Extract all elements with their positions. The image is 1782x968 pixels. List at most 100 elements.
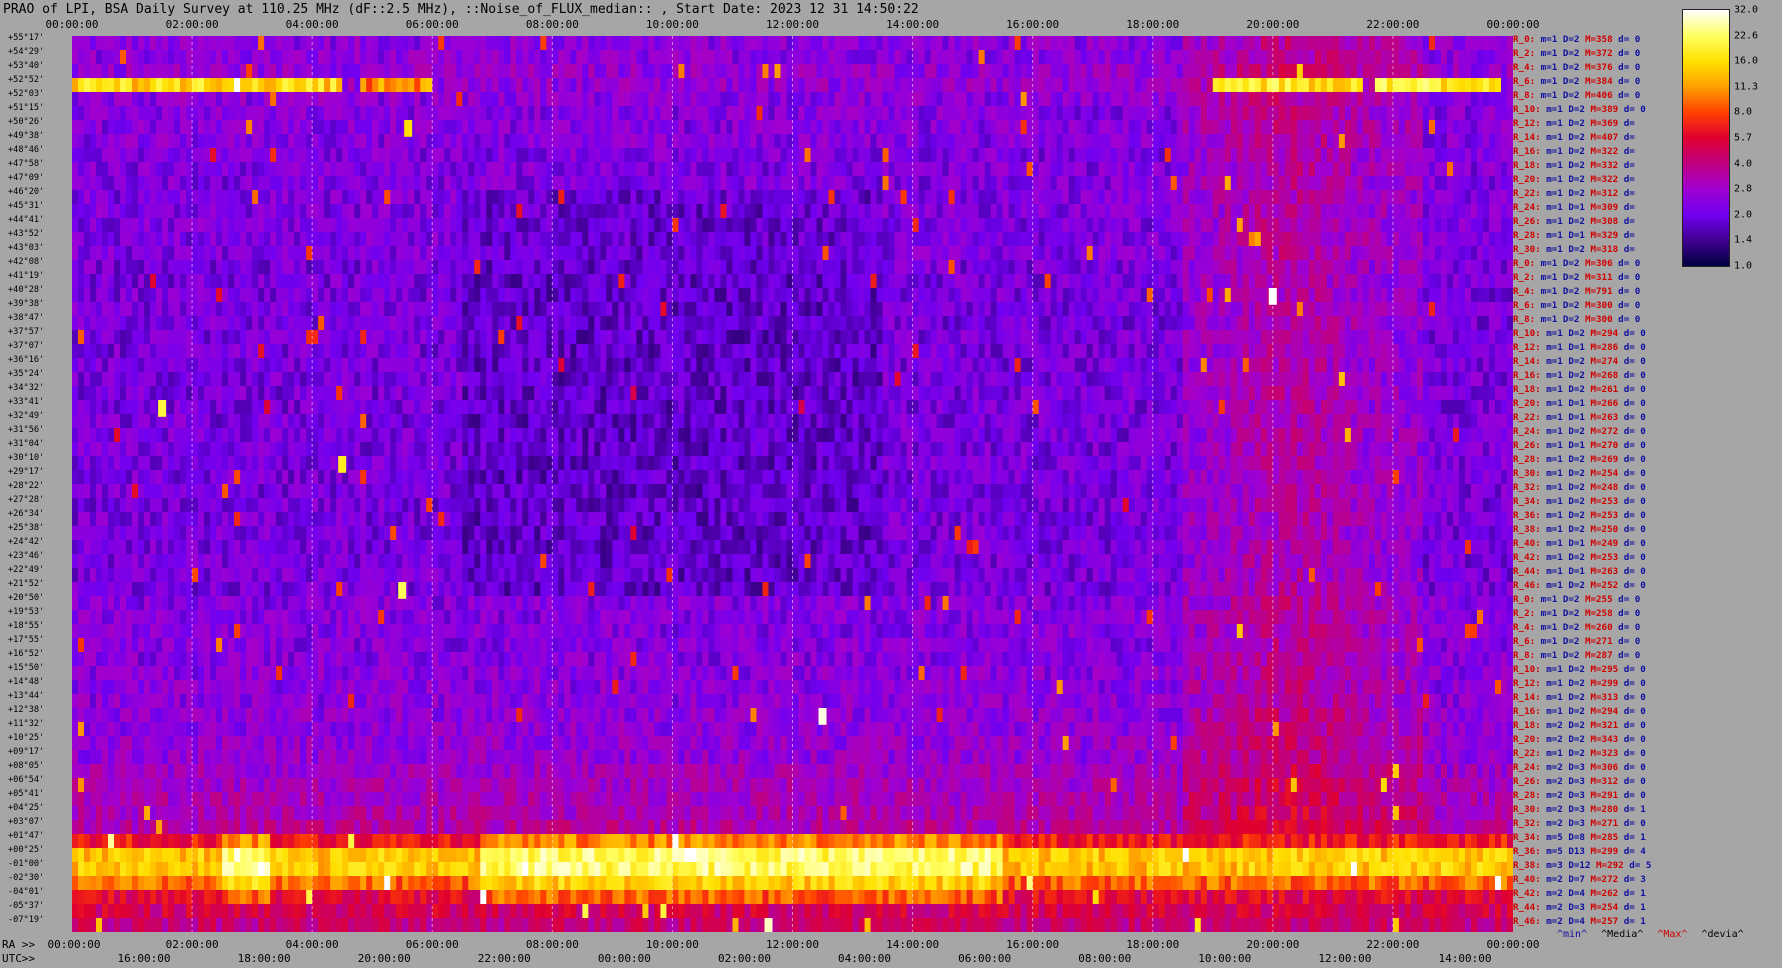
heatmap-cell — [1152, 260, 1160, 275]
heatmap-cell — [636, 288, 643, 303]
heatmap-cell — [264, 218, 271, 233]
heatmap-cell — [294, 106, 301, 121]
heatmap-cell — [102, 190, 109, 205]
heatmap-cell — [1002, 148, 1010, 163]
heatmap-cell — [240, 190, 247, 205]
heatmap-cell — [540, 176, 547, 191]
heatmap-cell — [1254, 274, 1262, 289]
heatmap-cell — [138, 246, 145, 261]
heatmap-cell — [1308, 232, 1316, 247]
heatmap-cell — [468, 302, 475, 317]
heatmap-cell — [408, 204, 415, 219]
heatmap-cell — [234, 120, 241, 135]
heatmap-cell — [1194, 218, 1202, 233]
heatmap-cell — [1458, 302, 1466, 317]
heatmap-cell — [936, 162, 944, 177]
heatmap-cell — [1194, 36, 1202, 51]
heatmap-cell — [930, 260, 938, 275]
heatmap-cell — [480, 148, 487, 163]
heatmap-cell — [1182, 64, 1190, 79]
heatmap-cell — [990, 78, 998, 93]
heatmap-cell — [576, 204, 583, 219]
heatmap-cell — [252, 134, 259, 149]
heatmap-cell — [222, 190, 229, 205]
heatmap-cell — [984, 260, 992, 275]
heatmap-cell — [1290, 288, 1298, 303]
heatmap-cell — [1494, 106, 1502, 121]
heatmap-cell — [384, 232, 391, 247]
heatmap-cell — [318, 190, 325, 205]
heatmap-cell — [162, 316, 169, 331]
heatmap-cell — [1290, 232, 1298, 247]
heatmap-cell — [780, 274, 788, 289]
heatmap-cell — [1374, 92, 1382, 107]
heatmap-cell — [978, 106, 986, 121]
heatmap-cell — [990, 92, 998, 107]
heatmap-cell — [480, 36, 487, 51]
heatmap-cell — [1206, 120, 1214, 135]
heatmap-cell — [474, 148, 481, 163]
heatmap-cell — [1080, 78, 1088, 93]
heatmap-cell — [72, 218, 79, 233]
heatmap-cell — [210, 302, 217, 317]
heatmap-cell — [120, 120, 127, 135]
heatmap-cell — [96, 232, 103, 247]
heatmap-cell — [1272, 120, 1280, 135]
heatmap-cell — [1062, 50, 1070, 65]
heatmap-cell — [114, 134, 121, 149]
heatmap-cell — [1260, 36, 1268, 51]
heatmap-cell — [456, 64, 463, 79]
heatmap-cell — [1392, 204, 1400, 219]
heatmap-cell — [138, 274, 145, 289]
heatmap-cell — [870, 134, 878, 149]
declination-label: +37°07' — [2, 342, 44, 351]
heatmap-cell — [720, 190, 728, 205]
heatmap-cell — [498, 190, 505, 205]
heatmap-cell — [228, 260, 235, 275]
heatmap-cell — [132, 288, 139, 303]
heatmap-cell — [120, 106, 127, 121]
heatmap-cell — [576, 64, 583, 79]
heatmap-cell — [1014, 274, 1022, 289]
heatmap-cell — [600, 106, 607, 121]
heatmap-cell — [780, 302, 788, 317]
heatmap-cell — [966, 106, 974, 121]
heatmap-cell — [468, 218, 475, 233]
declination-label: +08°05' — [2, 762, 44, 771]
heatmap-cell — [966, 218, 974, 233]
heatmap-cell — [1224, 176, 1232, 191]
heatmap-cell — [816, 204, 824, 219]
heatmap-cell — [1098, 78, 1106, 93]
heatmap-cell — [648, 260, 655, 275]
declination-value: +23°46' — [8, 551, 45, 561]
heatmap-cell — [1122, 120, 1130, 135]
declination-value: +04°25' — [8, 803, 45, 813]
heatmap-cell — [960, 36, 968, 51]
heatmap-cell — [1404, 274, 1412, 289]
heatmap-cell — [1056, 106, 1064, 121]
heatmap-cell — [510, 64, 517, 79]
heatmap-cell — [642, 302, 649, 317]
heatmap-cell — [1446, 134, 1454, 149]
heatmap-cell — [762, 134, 770, 149]
heatmap-cell — [1416, 78, 1424, 93]
heatmap-cell — [1326, 134, 1334, 149]
heatmap-cell — [1248, 176, 1256, 191]
heatmap-cell — [900, 274, 908, 289]
heatmap-cell — [1434, 288, 1442, 303]
heatmap-cell — [498, 260, 505, 275]
heatmap-cell — [1368, 176, 1376, 191]
heatmap-cell — [1164, 148, 1172, 163]
heatmap-cell — [1260, 92, 1268, 107]
heatmap-cell — [822, 64, 830, 79]
heatmap-cell — [1218, 162, 1226, 177]
heatmap-cell — [1398, 288, 1406, 303]
heatmap-cell — [870, 148, 878, 163]
heatmap-cell — [1224, 260, 1232, 275]
heatmap-plot[interactable] — [72, 36, 1513, 932]
declination-value: +15°50' — [8, 663, 45, 673]
heatmap-cell — [240, 204, 247, 219]
heatmap-cell — [1152, 190, 1160, 205]
declination-label: +12°38' — [2, 706, 44, 715]
heatmap-cell — [294, 204, 301, 219]
